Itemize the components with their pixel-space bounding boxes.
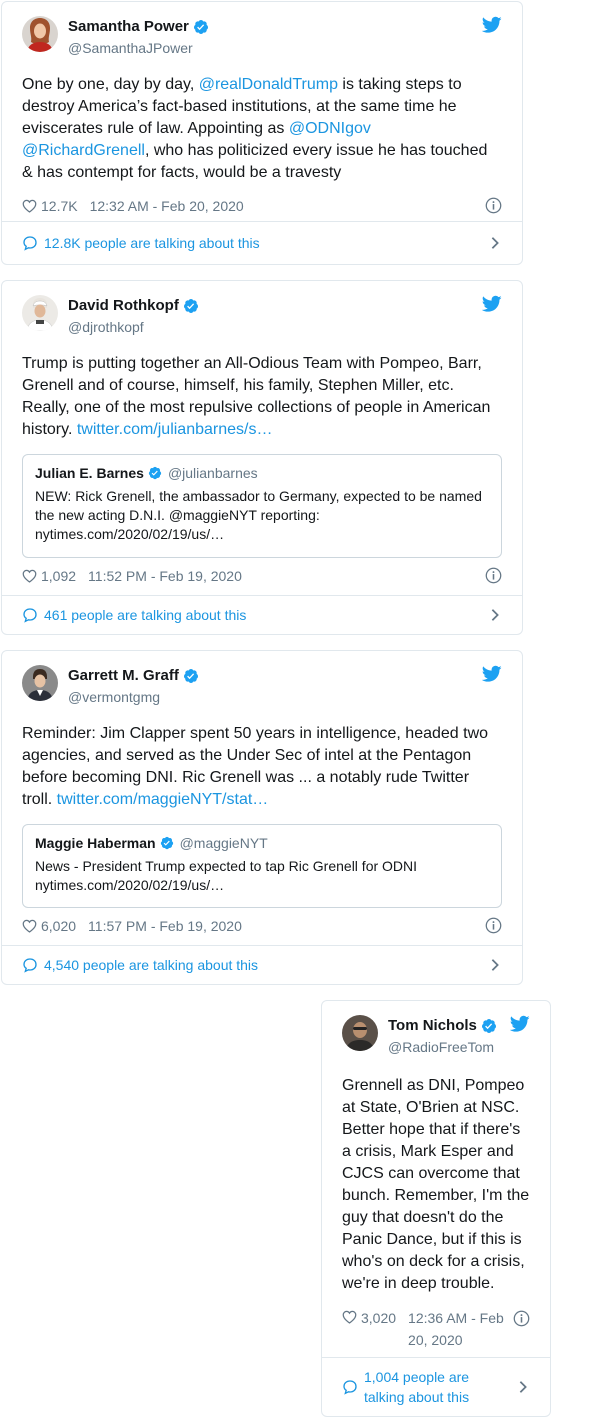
tweet-meta: 6,020 11:57 PM - Feb 19, 2020: [22, 916, 502, 936]
tweet-card-david-rothkopf: David Rothkopf @djrothkopf Trump is putt…: [1, 280, 523, 635]
tweet-meta: 3,020 12:36 AM - Feb 20, 2020: [342, 1307, 530, 1351]
tweet-text: One by one, day by day, @realDonaldTrump…: [22, 76, 488, 181]
avatar[interactable]: [22, 665, 58, 701]
tweet-timestamp[interactable]: 12:32 AM - Feb 20, 2020: [90, 198, 244, 214]
author-handle[interactable]: @djrothkopf: [68, 319, 144, 335]
talking-count-link[interactable]: 4,540 people are talking about this: [44, 957, 258, 973]
talking-footer[interactable]: 12.8K people are talking about this: [2, 221, 522, 264]
twitter-logo-icon[interactable]: [510, 1015, 530, 1033]
author-name[interactable]: David Rothkopf: [68, 297, 179, 314]
mention-link[interactable]: @ODNIgov: [289, 120, 371, 137]
verified-badge-icon: [148, 466, 162, 480]
quoted-author-name: Julian E. Barnes: [35, 465, 144, 481]
tweet-timestamp[interactable]: 11:52 PM - Feb 19, 2020: [88, 568, 242, 584]
author-handle[interactable]: @vermontgmg: [68, 689, 160, 705]
chevron-right-icon[interactable]: [490, 236, 500, 250]
like-heart-icon[interactable]: [22, 569, 37, 583]
avatar[interactable]: [22, 295, 58, 331]
avatar[interactable]: [342, 1015, 378, 1051]
tweet-meta: 1,092 11:52 PM - Feb 19, 2020: [22, 566, 502, 586]
tweet-header: Garrett M. Graff @vermontgmg: [22, 665, 502, 709]
author-handle[interactable]: @SamanthaJPower: [68, 40, 193, 56]
tweet-link[interactable]: twitter.com/maggieNYT/stat…: [57, 791, 269, 808]
talking-footer[interactable]: 1,004 people are talking about this: [322, 1357, 550, 1416]
author-name[interactable]: Samantha Power: [68, 18, 189, 35]
tweet-header: David Rothkopf @djrothkopf: [22, 295, 502, 339]
reply-bubble-icon: [342, 1379, 358, 1395]
talking-count-link[interactable]: 461 people are talking about this: [44, 607, 246, 623]
tweet-card-tom-nichols: Tom Nichols @RadioFreeTom Grennell as DN…: [321, 1000, 551, 1417]
quoted-tweet[interactable]: Julian E. Barnes @julianbarnes NEW: Rick…: [22, 454, 502, 558]
verified-badge-icon: [160, 836, 174, 850]
quoted-tweet[interactable]: Maggie Haberman @maggieNYT News - Presid…: [22, 824, 502, 908]
chevron-right-icon[interactable]: [490, 608, 500, 622]
reply-bubble-icon: [22, 957, 38, 973]
tweet-card-samantha-power: Samantha Power @SamanthaJPower One by on…: [1, 1, 523, 265]
reply-bubble-icon: [22, 235, 38, 251]
chevron-right-icon[interactable]: [518, 1380, 528, 1394]
quoted-text: News - President Trump expected to tap R…: [35, 858, 418, 893]
talking-footer[interactable]: 461 people are talking about this: [2, 595, 522, 634]
chevron-right-icon[interactable]: [490, 958, 500, 972]
info-icon[interactable]: [513, 1310, 530, 1327]
tweet-text: Grennell as DNI, Pompeo at State, O'Brie…: [342, 1077, 530, 1292]
twitter-logo-icon[interactable]: [482, 16, 502, 34]
tweet-header: Samantha Power @SamanthaJPower: [22, 16, 502, 60]
mention-link[interactable]: @realDonaldTrump: [199, 76, 338, 93]
quoted-author-name: Maggie Haberman: [35, 835, 156, 851]
like-heart-icon[interactable]: [22, 919, 37, 933]
tweet-meta: 12.7K 12:32 AM - Feb 20, 2020: [22, 196, 502, 216]
quoted-author-handle: @maggieNYT: [179, 835, 268, 851]
tweet-header: Tom Nichols @RadioFreeTom: [342, 1015, 530, 1059]
quoted-author-handle: @julianbarnes: [167, 465, 258, 481]
verified-badge-icon: [183, 298, 199, 314]
quoted-text: NEW: Rick Grenell, the ambassador to Ger…: [35, 488, 482, 542]
like-heart-icon[interactable]: [22, 199, 37, 213]
author-handle[interactable]: @RadioFreeTom: [388, 1039, 494, 1055]
like-count[interactable]: 6,020: [41, 918, 76, 934]
verified-badge-icon: [183, 668, 199, 684]
tweet-text: Trump is putting together an All-Odious …: [22, 355, 491, 438]
verified-badge-icon: [193, 19, 209, 35]
author-name[interactable]: Garrett M. Graff: [68, 667, 179, 684]
author-name[interactable]: Tom Nichols: [388, 1017, 477, 1034]
mention-link[interactable]: @RichardGrenell: [22, 142, 145, 159]
tweet-timestamp[interactable]: 11:57 PM - Feb 19, 2020: [88, 918, 242, 934]
avatar[interactable]: [22, 16, 58, 52]
tweet-link[interactable]: twitter.com/julianbarnes/s…: [77, 421, 273, 438]
talking-count-link[interactable]: 1,004 people are talking about this: [364, 1367, 484, 1407]
like-count[interactable]: 1,092: [41, 568, 76, 584]
like-count[interactable]: 12.7K: [41, 198, 78, 214]
info-icon[interactable]: [485, 567, 502, 584]
tweet-timestamp[interactable]: 12:36 AM - Feb 20, 2020: [408, 1307, 516, 1351]
like-count[interactable]: 3,020: [361, 1307, 396, 1329]
tweet-text: Reminder: Jim Clapper spent 50 years in …: [22, 725, 489, 808]
verified-badge-icon: [481, 1018, 497, 1034]
talking-footer[interactable]: 4,540 people are talking about this: [2, 945, 522, 984]
info-icon[interactable]: [485, 917, 502, 934]
info-icon[interactable]: [485, 197, 502, 214]
twitter-logo-icon[interactable]: [482, 295, 502, 313]
reply-bubble-icon: [22, 607, 38, 623]
like-heart-icon[interactable]: [342, 1310, 357, 1324]
talking-count-link[interactable]: 12.8K people are talking about this: [44, 235, 260, 251]
tweet-card-garrett-graff: Garrett M. Graff @vermontgmg Reminder: J…: [1, 650, 523, 985]
twitter-logo-icon[interactable]: [482, 665, 502, 683]
